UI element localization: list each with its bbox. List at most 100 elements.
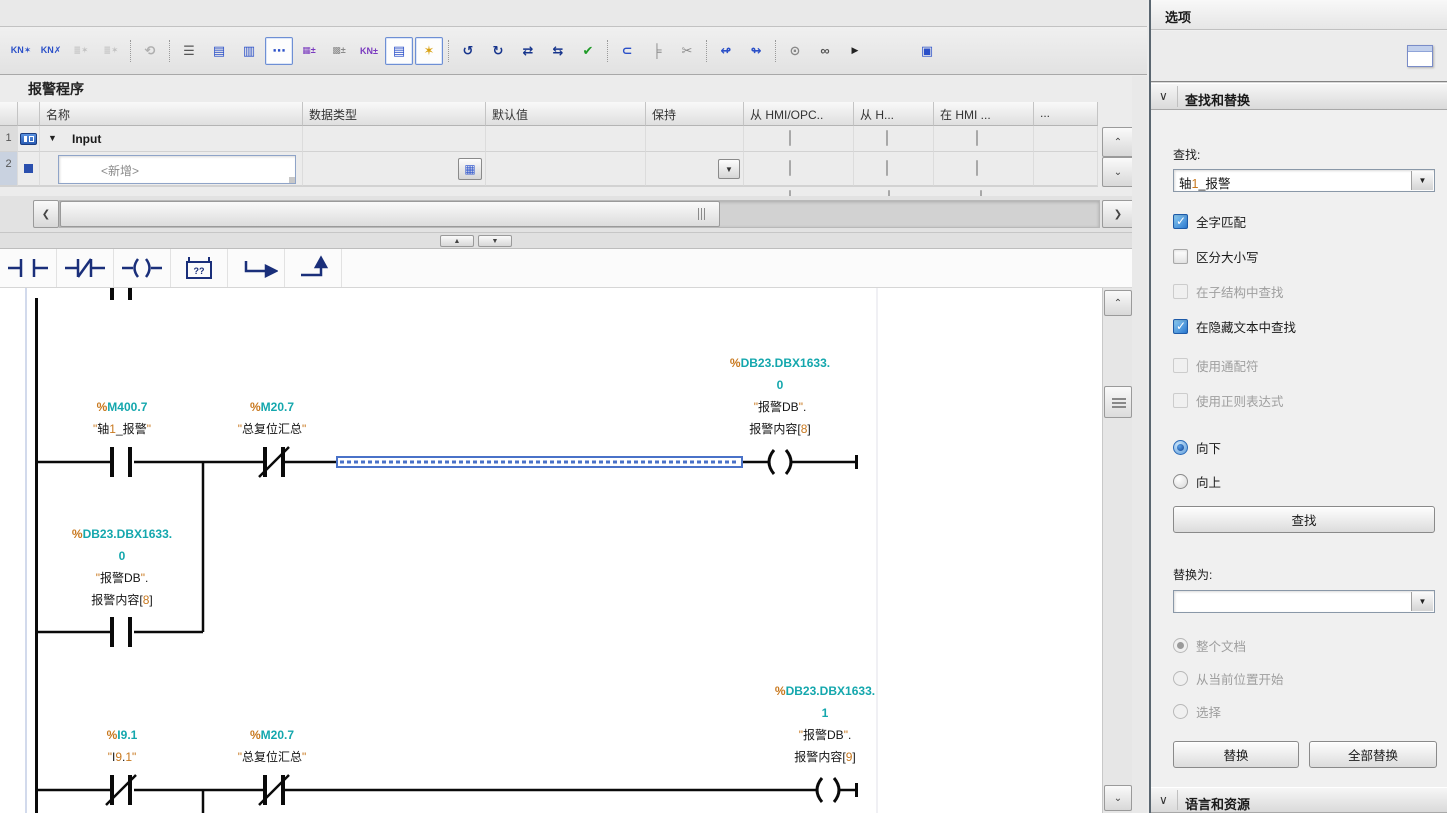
use-regex-option[interactable]: 使用正则表达式 [1173, 391, 1284, 409]
row1-in-hmi-checkbox[interactable] [976, 130, 978, 146]
splitter-up-button[interactable]: ▲ [440, 235, 474, 247]
collapse-all-networks-icon[interactable]: ☰ [175, 37, 203, 65]
find-button[interactable]: 查找 [1173, 506, 1435, 533]
retain-icon[interactable]: ⟲ [136, 37, 164, 65]
whole-document-option[interactable]: 整个文档 [1173, 636, 1246, 654]
operand-address[interactable]: %I9.1 [37, 724, 207, 746]
hscroll-left-button[interactable]: ❮ [33, 200, 59, 228]
selection-radio[interactable] [1173, 704, 1188, 719]
col-header-more[interactable]: ... [1034, 102, 1098, 126]
row2-default-cell[interactable] [486, 152, 646, 186]
col-header-from-hmi[interactable]: 从 H... [854, 102, 934, 126]
hscroll-right-button[interactable]: ❯ [1102, 200, 1134, 228]
col-header-name[interactable]: 名称 [40, 102, 303, 126]
float-panel-icon[interactable] [1407, 45, 1433, 67]
whole-word-checkbox[interactable] [1173, 214, 1188, 229]
operand-address[interactable]: %DB23.DBX1633. [695, 352, 865, 374]
row1-from-hmi-opc-checkbox[interactable] [789, 130, 791, 146]
table-scroll-down-button[interactable]: ⌄ [1102, 157, 1134, 187]
open-branch-button[interactable] [228, 249, 285, 287]
languages-resources-section-header[interactable]: ∨ 语言和资源 [1151, 787, 1447, 813]
ladder-scroll-up-button[interactable]: ⌃ [1104, 290, 1132, 316]
row2-from-hmi-checkbox[interactable] [886, 160, 888, 176]
row1-name[interactable]: Input [72, 132, 101, 146]
replace-combobox[interactable]: ▼ [1173, 590, 1435, 613]
operand-branch-contact[interactable]: %DB23.DBX1633. 0 "报警DB". 报警内容[8] [37, 523, 207, 611]
find-in-substructures-checkbox[interactable] [1173, 284, 1188, 299]
match-case-checkbox[interactable] [1173, 249, 1188, 264]
name-edit-box[interactable]: <新增> [58, 155, 296, 184]
row2-datatype-cell[interactable]: ▦ [303, 152, 486, 186]
replace-button[interactable]: 替换 [1173, 741, 1299, 768]
ladder-scroll-down-button[interactable]: ⌄ [1104, 785, 1132, 811]
up-radio[interactable] [1173, 474, 1188, 489]
col-header-in-hmi[interactable]: 在 HMI ... [934, 102, 1034, 126]
rung2-coil[interactable] [817, 778, 839, 802]
operand-name2[interactable]: 报警内容[8] [37, 589, 207, 611]
editor-layout-icon[interactable]: ▣ [913, 37, 941, 65]
down-option[interactable]: 向下 [1173, 438, 1221, 456]
table-scroll-up-button[interactable]: ⌃ [1102, 127, 1134, 157]
row2-from-hmi-opc-checkbox[interactable] [789, 160, 791, 176]
from-current-position-option[interactable]: 从当前位置开始 [1173, 669, 1284, 687]
next-bookmark-icon[interactable]: ↬ [742, 37, 770, 65]
splitter-down-button[interactable]: ▼ [478, 235, 512, 247]
closed-contact-button[interactable] [57, 249, 114, 287]
operand-name[interactable]: "总复位汇总" [187, 746, 357, 768]
find-combobox[interactable]: 轴1_报警 ▼ [1173, 169, 1435, 192]
find-in-hidden-text-option[interactable]: 在隐藏文本中查找 [1173, 317, 1296, 335]
operand-rung1-contact1[interactable]: %M400.7 "轴1_报警" [37, 396, 207, 440]
insert-network-template-icon[interactable]: KN± [355, 37, 383, 65]
rung1-contact2[interactable] [259, 447, 289, 477]
operand-name2[interactable]: 报警内容[9] [740, 746, 910, 768]
coil-button[interactable] [114, 249, 171, 287]
resize-grip-icon[interactable] [289, 177, 295, 183]
datatype-picker-button[interactable]: ▦ [458, 158, 482, 180]
use-regex-checkbox[interactable] [1173, 393, 1188, 408]
find-input-value[interactable]: 轴1_报警 [1179, 173, 1230, 192]
rung1-contact1[interactable] [110, 447, 132, 477]
delete-row-icon[interactable]: ≣✶ [97, 37, 125, 65]
use-wildcards-checkbox[interactable] [1173, 358, 1188, 373]
row1-from-hmi-checkbox[interactable] [886, 130, 888, 146]
ladder-scroll-thumb[interactable] [1104, 386, 1132, 418]
operand-rung1-coil[interactable]: %DB23.DBX1633. 0 "报警DB". 报警内容[8] [695, 352, 865, 440]
col-header-from-hmi-opc[interactable]: 从 HMI/OPC.. [744, 102, 854, 126]
col-header-default[interactable]: 默认值 [486, 102, 646, 126]
ladder-vscrollbar[interactable]: ⌃ ⌄ [1102, 288, 1133, 813]
col-header-retain[interactable]: 保持 [646, 102, 744, 126]
operand-name[interactable]: "报警DB". [37, 567, 207, 589]
delete-network-icon[interactable]: KN✗ [37, 37, 65, 65]
operand-address[interactable]: %M20.7 [187, 396, 357, 418]
row2-in-hmi-checkbox[interactable] [976, 160, 978, 176]
whole-document-radio[interactable] [1173, 638, 1188, 653]
operand-name[interactable]: "I9.1" [37, 746, 207, 768]
operand-address2[interactable]: 1 [740, 702, 910, 724]
match-case-option[interactable]: 区分大小写 [1173, 247, 1259, 265]
use-wildcards-option[interactable]: 使用通配符 [1173, 356, 1259, 374]
from-current-position-radio[interactable] [1173, 671, 1188, 686]
operand-rung2-coil[interactable]: %DB23.DBX1633. 1 "报警DB". 报警内容[9] [740, 680, 910, 768]
rung1-coil[interactable] [769, 450, 791, 474]
find-dropdown-button[interactable]: ▼ [1411, 171, 1433, 190]
row1-retain-cell[interactable] [646, 126, 744, 152]
expander-icon[interactable]: ▼ [48, 133, 57, 143]
monitoring-toggle-icon[interactable]: ∞ [811, 37, 839, 65]
retain-dropdown-button[interactable]: ▼ [718, 159, 740, 179]
more-tools-icon[interactable]: ▶ [841, 37, 869, 65]
pane-splitter[interactable]: ▲ ▼ [0, 232, 1147, 249]
replace-all-button[interactable]: 全部替换 [1309, 741, 1437, 768]
find-usages-icon[interactable]: ⊙ [781, 37, 809, 65]
consistency-check-icon[interactable]: ✔ [574, 37, 602, 65]
favorites-toggle-icon[interactable]: ✶ [415, 37, 443, 65]
sync-block-calls-icon[interactable]: ⇆ [544, 37, 572, 65]
close-branch-button[interactable] [285, 249, 342, 287]
row1-name-cell[interactable]: ▼ Input [40, 126, 303, 152]
previous-bookmark-icon[interactable]: ↫ [712, 37, 740, 65]
operand-name[interactable]: "轴1_报警" [37, 418, 207, 440]
open-contact-button[interactable] [0, 249, 57, 287]
row1-datatype-cell[interactable] [303, 126, 486, 152]
hscroll-thumb[interactable] [60, 201, 720, 227]
operand-rung2-contact1[interactable]: %I9.1 "I9.1" [37, 724, 207, 768]
operand-rung1-contact2[interactable]: %M20.7 "总复位汇总" [187, 396, 357, 440]
